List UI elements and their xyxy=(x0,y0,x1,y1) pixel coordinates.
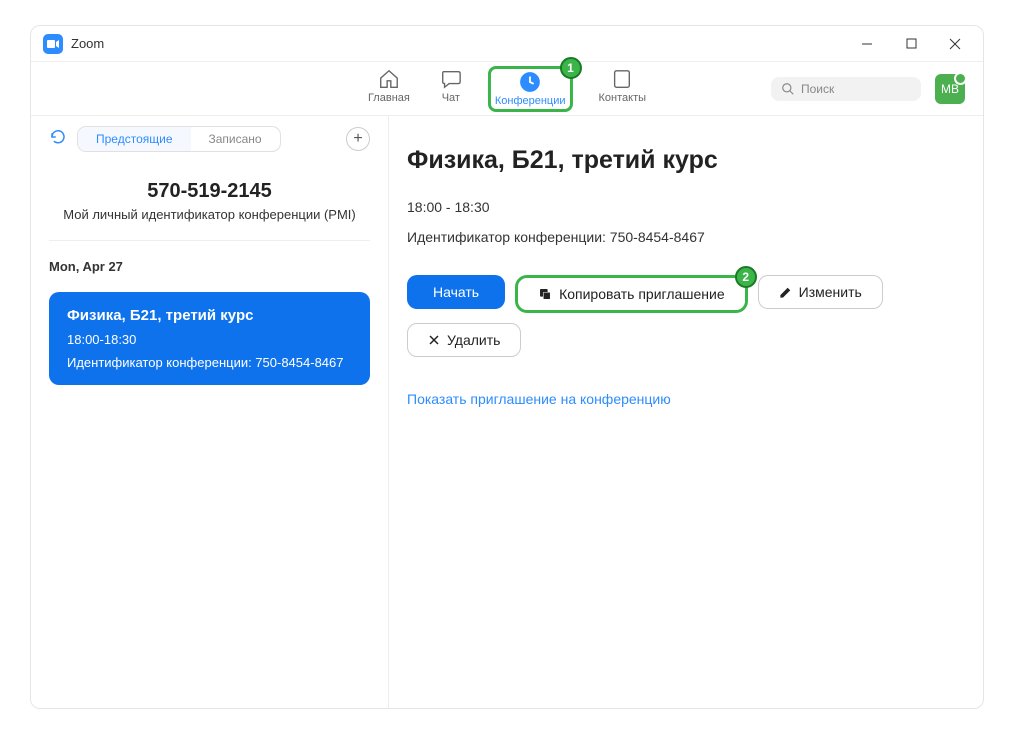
segment-control: Предстоящие Записано xyxy=(77,126,281,152)
edit-button-label: Изменить xyxy=(799,284,862,300)
titlebar: Zoom xyxy=(31,26,983,62)
show-invitation-link[interactable]: Показать приглашение на конференцию xyxy=(407,391,965,407)
annotation-2-badge: 2 xyxy=(735,266,757,288)
divider xyxy=(49,240,370,241)
annotation-2-highlight: 2 Копировать приглашение xyxy=(515,275,748,313)
meeting-card-title: Физика, Б21, третий курс xyxy=(67,307,352,324)
button-row: Начать 2 Копировать приглашение Изменить… xyxy=(407,275,965,357)
copy-invitation-button[interactable]: Копировать приглашение xyxy=(518,278,745,310)
tab-contacts-label: Контакты xyxy=(599,92,647,104)
pmi-number: 570-519-2145 xyxy=(49,180,370,203)
copy-icon xyxy=(538,287,552,301)
maximize-button[interactable] xyxy=(889,26,933,62)
main-tabs: Главная Чат 1 Конференции Контакты xyxy=(364,66,650,112)
tab-chat[interactable]: Чат xyxy=(436,66,466,106)
minimize-button[interactable] xyxy=(845,26,889,62)
edit-button[interactable]: Изменить xyxy=(758,275,883,309)
tab-contacts[interactable]: Контакты xyxy=(595,66,651,106)
avatar[interactable]: МВ xyxy=(935,74,965,104)
annotation-1-highlight: 1 Конференции xyxy=(488,66,573,112)
pmi-block[interactable]: 570-519-2145 Мой личный идентификатор ко… xyxy=(49,172,370,240)
add-meeting-button[interactable]: + xyxy=(346,127,370,151)
window-controls xyxy=(845,26,977,62)
search-placeholder: Поиск xyxy=(801,82,834,96)
search-input[interactable]: Поиск xyxy=(771,77,921,101)
detail-title: Физика, Б21, третий курс xyxy=(407,146,965,175)
delete-button-label: Удалить xyxy=(447,332,500,348)
date-label: Mon, Apr 27 xyxy=(49,259,370,274)
refresh-button[interactable] xyxy=(49,128,67,151)
sidebar: Предстоящие Записано + 570-519-2145 Мой … xyxy=(31,116,389,708)
zoom-window: Zoom Главная Чат 1 Конференции xyxy=(30,25,984,709)
tab-meetings[interactable]: Конференции xyxy=(491,69,570,109)
tab-meetings-label: Конференции xyxy=(495,95,566,107)
annotation-1-badge: 1 xyxy=(560,57,582,79)
titlebar-left: Zoom xyxy=(37,34,104,54)
close-button[interactable] xyxy=(933,26,977,62)
header: Главная Чат 1 Конференции Контакты П xyxy=(31,62,983,116)
copy-button-label: Копировать приглашение xyxy=(559,286,725,302)
zoom-logo-icon xyxy=(43,34,63,54)
delete-button[interactable]: Удалить xyxy=(407,323,521,357)
content: Предстоящие Записано + 570-519-2145 Мой … xyxy=(31,116,983,708)
header-right: Поиск МВ xyxy=(771,74,965,104)
pmi-label: Мой личный идентификатор конференции (PM… xyxy=(49,207,370,222)
pencil-icon xyxy=(779,286,792,299)
meeting-card-time: 18:00-18:30 xyxy=(67,332,352,347)
detail-id: Идентификатор конференции: 750-8454-8467 xyxy=(407,229,965,245)
meeting-card-id: Идентификатор конференции: 750-8454-8467 xyxy=(67,355,352,370)
tab-home[interactable]: Главная xyxy=(364,66,414,106)
sidebar-top: Предстоящие Записано + xyxy=(49,126,370,152)
detail-panel: Физика, Б21, третий курс 18:00 - 18:30 И… xyxy=(389,116,983,708)
detail-time: 18:00 - 18:30 xyxy=(407,199,965,215)
meeting-card[interactable]: Физика, Б21, третий курс 18:00-18:30 Иде… xyxy=(49,292,370,385)
x-icon xyxy=(428,334,440,346)
window-title: Zoom xyxy=(71,36,104,51)
start-button-label: Начать xyxy=(433,284,479,300)
start-button[interactable]: Начать xyxy=(407,275,505,309)
tab-home-label: Главная xyxy=(368,92,410,104)
segment-recorded[interactable]: Записано xyxy=(191,127,280,151)
avatar-initials: МВ xyxy=(941,82,959,96)
segment-upcoming[interactable]: Предстоящие xyxy=(78,127,191,151)
tab-chat-label: Чат xyxy=(442,92,460,104)
